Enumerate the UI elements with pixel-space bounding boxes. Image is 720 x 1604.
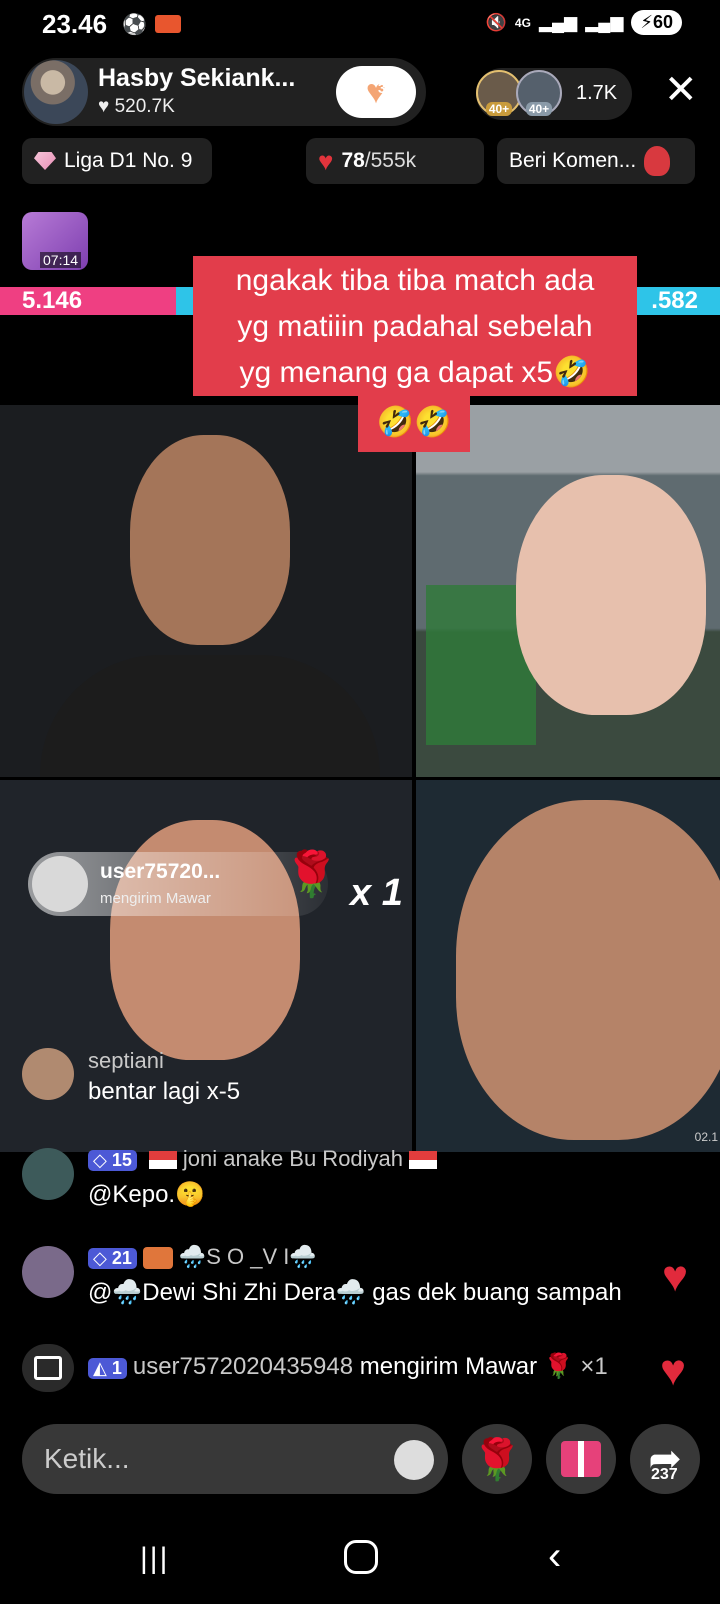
comment-input-box[interactable] [22, 1424, 448, 1494]
goal-progress-chip[interactable]: ♥ 78/555k [306, 138, 484, 184]
status-bar: 23.46 ⚽ 🔇 4G ▂▄▆ ▂▄▆ ⚡60 [0, 0, 720, 50]
recent-apps-icon[interactable]: ||| [140, 1542, 169, 1576]
close-icon[interactable]: ✕ [664, 70, 698, 110]
flag-icon [409, 1151, 438, 1170]
status-time: 23.46 [42, 9, 108, 39]
video-tile-2[interactable] [416, 405, 720, 777]
caption-sticker-emoji: 🤣🤣 [358, 396, 470, 452]
avatar[interactable] [22, 1148, 74, 1200]
chat-username: septiani [88, 1048, 164, 1073]
chat-username: 🌧️S O _V I🌧️ [178, 1244, 317, 1269]
home-icon[interactable] [344, 1540, 378, 1574]
avatar[interactable] [22, 1048, 74, 1100]
diamond-icon [34, 152, 56, 170]
follow-button[interactable]: ♥ 3 [336, 66, 416, 118]
level-badge: ◇ 15 [88, 1150, 137, 1171]
floating-heart-icon: ♥ [662, 1252, 689, 1301]
host-avatar[interactable] [24, 60, 88, 124]
video-timestamp: 02.1 [694, 1130, 718, 1144]
avatar[interactable] [22, 1246, 74, 1298]
chat-text: bentar lagi x-5 [88, 1078, 241, 1105]
soccer-ball-icon: ⚽ [122, 14, 147, 36]
chat-text: @🌧️Dewi Shi Zhi Dera🌧️ gas dek buang sam… [88, 1279, 622, 1306]
heart-icon: ♥ [318, 145, 334, 176]
doll-icon [644, 146, 671, 176]
emoji-icon[interactable] [394, 1440, 434, 1480]
rose-icon: 🌹 [472, 1437, 522, 1482]
top-viewers[interactable]: 40+ 40+ 1.7K [476, 68, 632, 120]
rose-icon: 🌹 [284, 850, 339, 899]
system-nav-bar: ||| ‹ [0, 1520, 720, 1604]
signal-icon: ▂▄▆ [538, 12, 578, 32]
battery-indicator: ⚡60 [631, 10, 682, 35]
participant-face [130, 435, 290, 645]
chat-username: joni anake Bu Rodiyah [182, 1146, 404, 1171]
fan-badge [142, 1247, 173, 1270]
participant-face [516, 475, 706, 715]
floating-heart-icon: ♥ [660, 1346, 687, 1395]
level-badge: ◇ 21 [88, 1248, 137, 1269]
league-chip[interactable]: Liga D1 No. 9 [22, 138, 212, 184]
video-record-icon [154, 15, 181, 33]
gift-message: mengirim Mawar [100, 890, 211, 907]
battle-left-score: 5.146 [22, 287, 83, 314]
gift-suffix: 🌹 ×1 [543, 1353, 608, 1380]
host-profile[interactable]: Hasby Sekiank... ♥ 520.7K ♥ 3 [22, 58, 426, 126]
comment-prompt-chip[interactable]: Beri Komen... [497, 138, 695, 184]
treasure-timer: 07:14 [40, 252, 82, 268]
rose-gift-button[interactable]: 🌹 [462, 1424, 532, 1494]
participant-face [456, 800, 720, 1140]
gift-icon [561, 1441, 601, 1477]
caption-sticker: ngakak tiba tiba match ada yg matiiin pa… [193, 256, 637, 396]
avatar [32, 856, 88, 912]
gift-button[interactable] [546, 1424, 616, 1494]
video-tile-4[interactable]: 02.1 [416, 780, 720, 1152]
gift-icon[interactable] [22, 1344, 74, 1392]
video-tile-1[interactable] [0, 405, 412, 777]
mute-icon: 🔇 [485, 12, 507, 32]
gift-sender: user7572020435948 [132, 1353, 354, 1380]
gift-message: mengirim Mawar [359, 1353, 538, 1380]
share-count: 237 [651, 1466, 678, 1483]
follow-count: 3 [378, 80, 386, 96]
level-badge: ◭ 1 [88, 1358, 127, 1379]
viewer-avatar[interactable]: 40+ [516, 70, 562, 116]
back-icon[interactable]: ‹ [548, 1534, 561, 1579]
chat-text: @Kepo.🤫 [88, 1181, 205, 1208]
gift-notification: user75720... mengirim Mawar 🌹 [28, 850, 339, 916]
battle-right-score: .582 [651, 287, 698, 314]
gift-sender: user75720... [100, 860, 221, 883]
host-likes: ♥ 520.7K [98, 96, 175, 117]
comment-input[interactable] [44, 1424, 374, 1494]
gift-multiplier: x 1 [350, 872, 403, 914]
flag-icon [148, 1151, 177, 1170]
host-name: Hasby Sekiank... [98, 64, 296, 92]
signal-icon-2: ▂▄▆ [585, 12, 624, 32]
viewer-count: 1.7K [576, 82, 618, 104]
network-type: 4G [514, 15, 531, 30]
